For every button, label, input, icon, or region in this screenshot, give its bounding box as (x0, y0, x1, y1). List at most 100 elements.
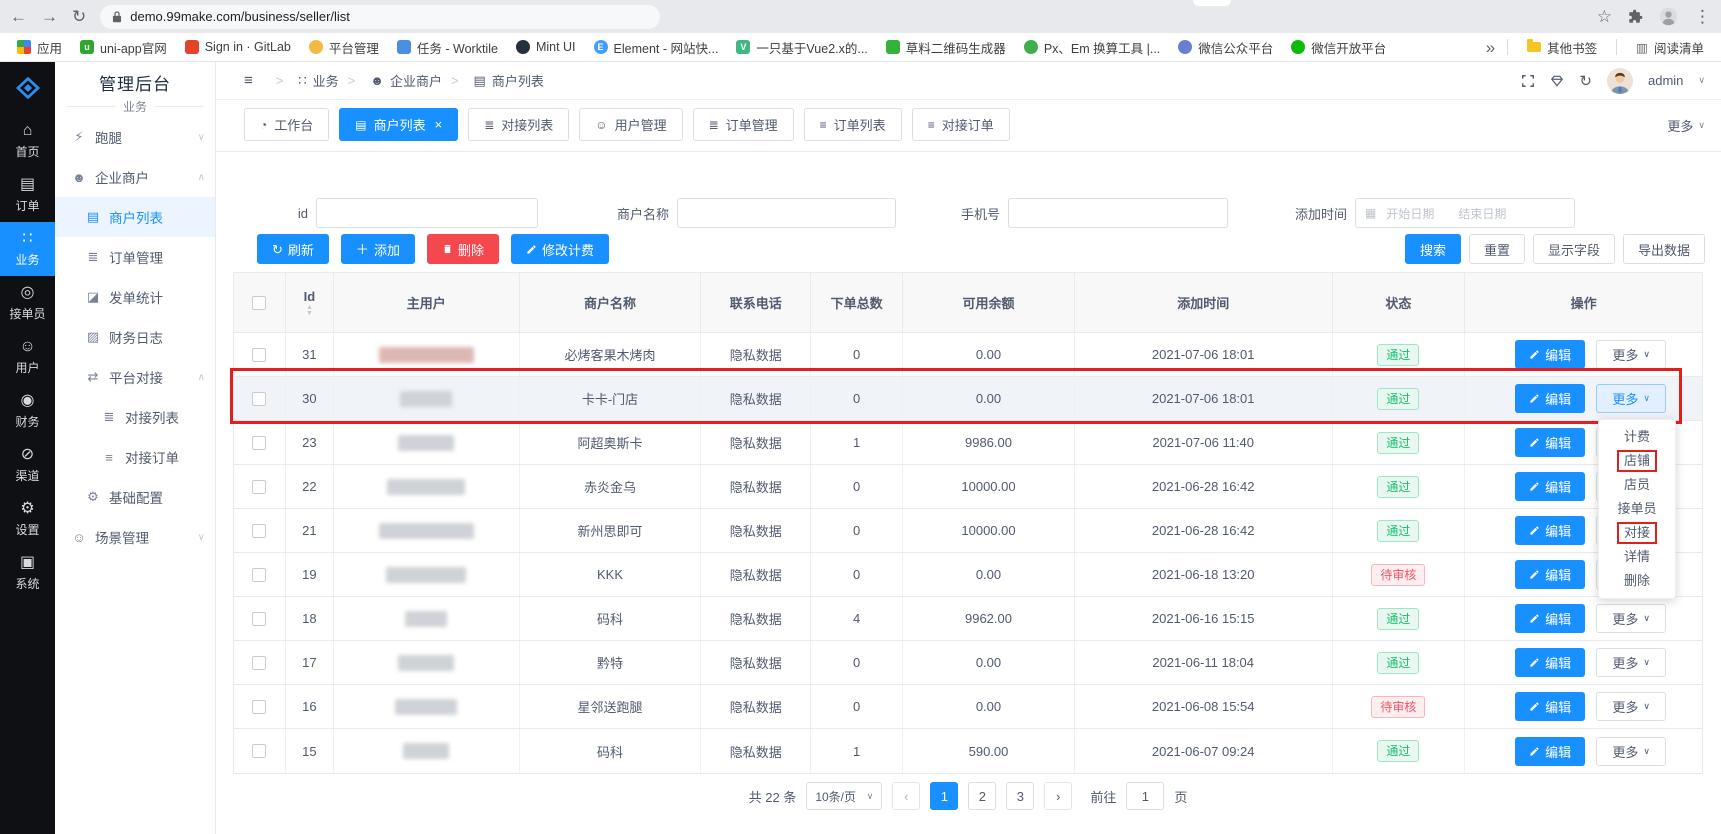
sidebar-item[interactable]: ◪ 发单统计 (55, 277, 215, 317)
sidebar-item[interactable]: ≣ 对接列表 (55, 397, 215, 437)
rail-item[interactable]: ▤ 订单 (0, 168, 55, 222)
row-more-button[interactable]: 更多∨ (1596, 340, 1666, 369)
sidebar-item[interactable]: ▤ 商户列表 (55, 197, 215, 237)
next-page-button[interactable]: › (1044, 782, 1072, 810)
row-more-button[interactable]: 更多∨ (1596, 384, 1666, 413)
sidebar-item[interactable]: ▨ 财务日志 (55, 317, 215, 357)
bookmark-item[interactable]: 任务 - Worktile (390, 35, 505, 60)
row-edit-button[interactable]: 编辑 (1515, 516, 1585, 545)
breadcrumb-item[interactable]: ∷ 业务 (267, 71, 339, 90)
row-checkbox[interactable] (252, 348, 266, 362)
row-edit-button[interactable]: 编辑 (1515, 384, 1585, 413)
bookmark-item[interactable]: Px、Em 换算工具 |... (1017, 35, 1167, 60)
rail-item[interactable]: ◎ 接单员 (0, 276, 55, 330)
row-edit-button[interactable]: 编辑 (1515, 648, 1585, 677)
row-checkbox[interactable] (252, 568, 266, 582)
browser-menu-icon[interactable]: ⋮ (1694, 8, 1711, 25)
row-checkbox[interactable] (252, 392, 266, 406)
tab[interactable]: ≣ 订单管理 (693, 108, 794, 141)
sidebar-item[interactable]: ⚡ 跑腿 ∨ (55, 117, 215, 157)
rail-item[interactable]: ◉ 财务 (0, 384, 55, 438)
row-checkbox[interactable] (252, 524, 266, 538)
page-number-button[interactable]: 3 (1006, 782, 1034, 810)
bookmark-item[interactable]: Mint UI (509, 37, 583, 57)
tab[interactable]: ☺ 用户管理 (579, 108, 682, 141)
more-menu-item[interactable]: 接单员 (1599, 497, 1675, 521)
rail-item[interactable]: ⊘ 渠道 (0, 438, 55, 492)
goto-page-input[interactable] (1126, 782, 1164, 810)
row-more-button[interactable]: 更多∨ (1596, 692, 1666, 721)
sort-icons[interactable]: ▲▼ (306, 305, 313, 317)
breadcrumb-item[interactable]: ☻ 企业商户 (339, 71, 442, 90)
address-bar[interactable]: demo.99make.com/business/seller/list (100, 5, 660, 29)
phone-filter-input[interactable] (1008, 198, 1228, 228)
id-filter-input[interactable] (316, 198, 538, 228)
browser-profile-icon[interactable] (1659, 7, 1678, 26)
row-more-button[interactable]: 更多∨ (1596, 737, 1666, 766)
delete-button[interactable]: 删除 (427, 234, 499, 264)
bookmark-item[interactable]: 微信公众平台 (1171, 35, 1280, 60)
row-checkbox[interactable] (252, 480, 266, 494)
breadcrumb-item[interactable]: ▤ 商户列表 (442, 71, 544, 90)
refresh-button[interactable]: ↻刷新 (257, 234, 329, 264)
show-fields-button[interactable]: 显示字段 (1533, 234, 1615, 264)
row-edit-button[interactable]: 编辑 (1515, 560, 1585, 589)
row-checkbox[interactable] (252, 700, 266, 714)
row-edit-button[interactable]: 编辑 (1515, 428, 1585, 457)
row-checkbox[interactable] (252, 612, 266, 626)
refresh-icon[interactable]: ↻ (1579, 72, 1592, 90)
bookmark-item[interactable]: V 一只基于Vue2.x的... (729, 35, 874, 60)
row-more-button[interactable]: 更多∨ (1596, 648, 1666, 677)
fullscreen-icon[interactable] (1521, 74, 1535, 88)
select-all-checkbox[interactable] (252, 296, 266, 310)
page-number-button[interactable]: 2 (968, 782, 996, 810)
rail-item[interactable]: ⚙ 设置 (0, 492, 55, 546)
row-edit-button[interactable]: 编辑 (1515, 737, 1585, 766)
sidebar-item[interactable]: ⚙ 基础配置 (55, 477, 215, 517)
row-edit-button[interactable]: 编辑 (1515, 340, 1585, 369)
row-checkbox[interactable] (252, 744, 266, 758)
more-menu-item[interactable]: 详情 (1599, 545, 1675, 569)
extensions-icon[interactable] (1628, 9, 1643, 24)
rail-item[interactable]: ☺ 用户 (0, 330, 55, 384)
more-menu-item[interactable]: 店员 (1599, 473, 1675, 497)
merchant-name-filter-input[interactable] (677, 198, 896, 228)
edit-billing-button[interactable]: 修改计费 (511, 234, 609, 264)
bookmark-star-icon[interactable]: ☆ (1597, 8, 1612, 25)
user-avatar[interactable] (1607, 68, 1633, 94)
search-button[interactable]: 搜索 (1405, 234, 1461, 264)
reload-icon[interactable]: ↻ (72, 8, 86, 25)
theme-skin-icon[interactable] (1550, 74, 1564, 88)
rail-item[interactable]: ∷ 业务 (0, 222, 55, 276)
reset-button[interactable]: 重置 (1469, 234, 1525, 264)
bookmark-item[interactable]: 微信开放平台 (1284, 35, 1393, 60)
tab[interactable]: ◔ 工作台 (244, 108, 329, 141)
row-checkbox[interactable] (252, 656, 266, 670)
bookmark-item[interactable]: Sign in · GitLab (178, 37, 298, 57)
bookmark-item[interactable]: 草料二维码生成器 (879, 35, 1013, 60)
app-logo-icon[interactable] (0, 62, 55, 114)
more-menu-item[interactable]: 店铺 (1599, 449, 1675, 473)
page-size-select[interactable]: 10条/页∨ (806, 782, 882, 810)
more-menu-item[interactable]: 计费 (1599, 425, 1675, 449)
sidebar-item[interactable]: ≡ 对接订单 (55, 437, 215, 477)
rail-item[interactable]: ⌂ 首页 (0, 114, 55, 168)
row-checkbox[interactable] (252, 436, 266, 450)
more-menu-item[interactable]: 删除 (1599, 569, 1675, 593)
sidebar-item[interactable]: ⇄ 平台对接 ∧ (55, 357, 215, 397)
tab[interactable]: ≣ 对接列表 (468, 108, 569, 141)
sidebar-item[interactable]: ≣ 订单管理 (55, 237, 215, 277)
rail-item[interactable]: ▣ 系统 (0, 546, 55, 600)
page-number-button[interactable]: 1 (930, 782, 958, 810)
row-edit-button[interactable]: 编辑 (1515, 604, 1585, 633)
add-button[interactable]: ＋添加 (341, 234, 415, 264)
tab[interactable]: ≡ 对接订单 (912, 108, 1010, 141)
tab[interactable]: ≡ 订单列表 (804, 108, 902, 141)
other-bookmarks-button[interactable]: 其他书签 (1520, 35, 1604, 60)
row-edit-button[interactable]: 编辑 (1515, 472, 1585, 501)
row-more-button[interactable]: 更多∨ (1596, 604, 1666, 633)
reading-list-button[interactable]: ▥ 阅读清单 (1629, 35, 1711, 60)
prev-page-button[interactable]: ‹ (892, 782, 920, 810)
bookmarks-overflow-icon[interactable]: » (1486, 39, 1495, 56)
sidebar-collapse-icon[interactable]: ≡ (244, 72, 253, 89)
